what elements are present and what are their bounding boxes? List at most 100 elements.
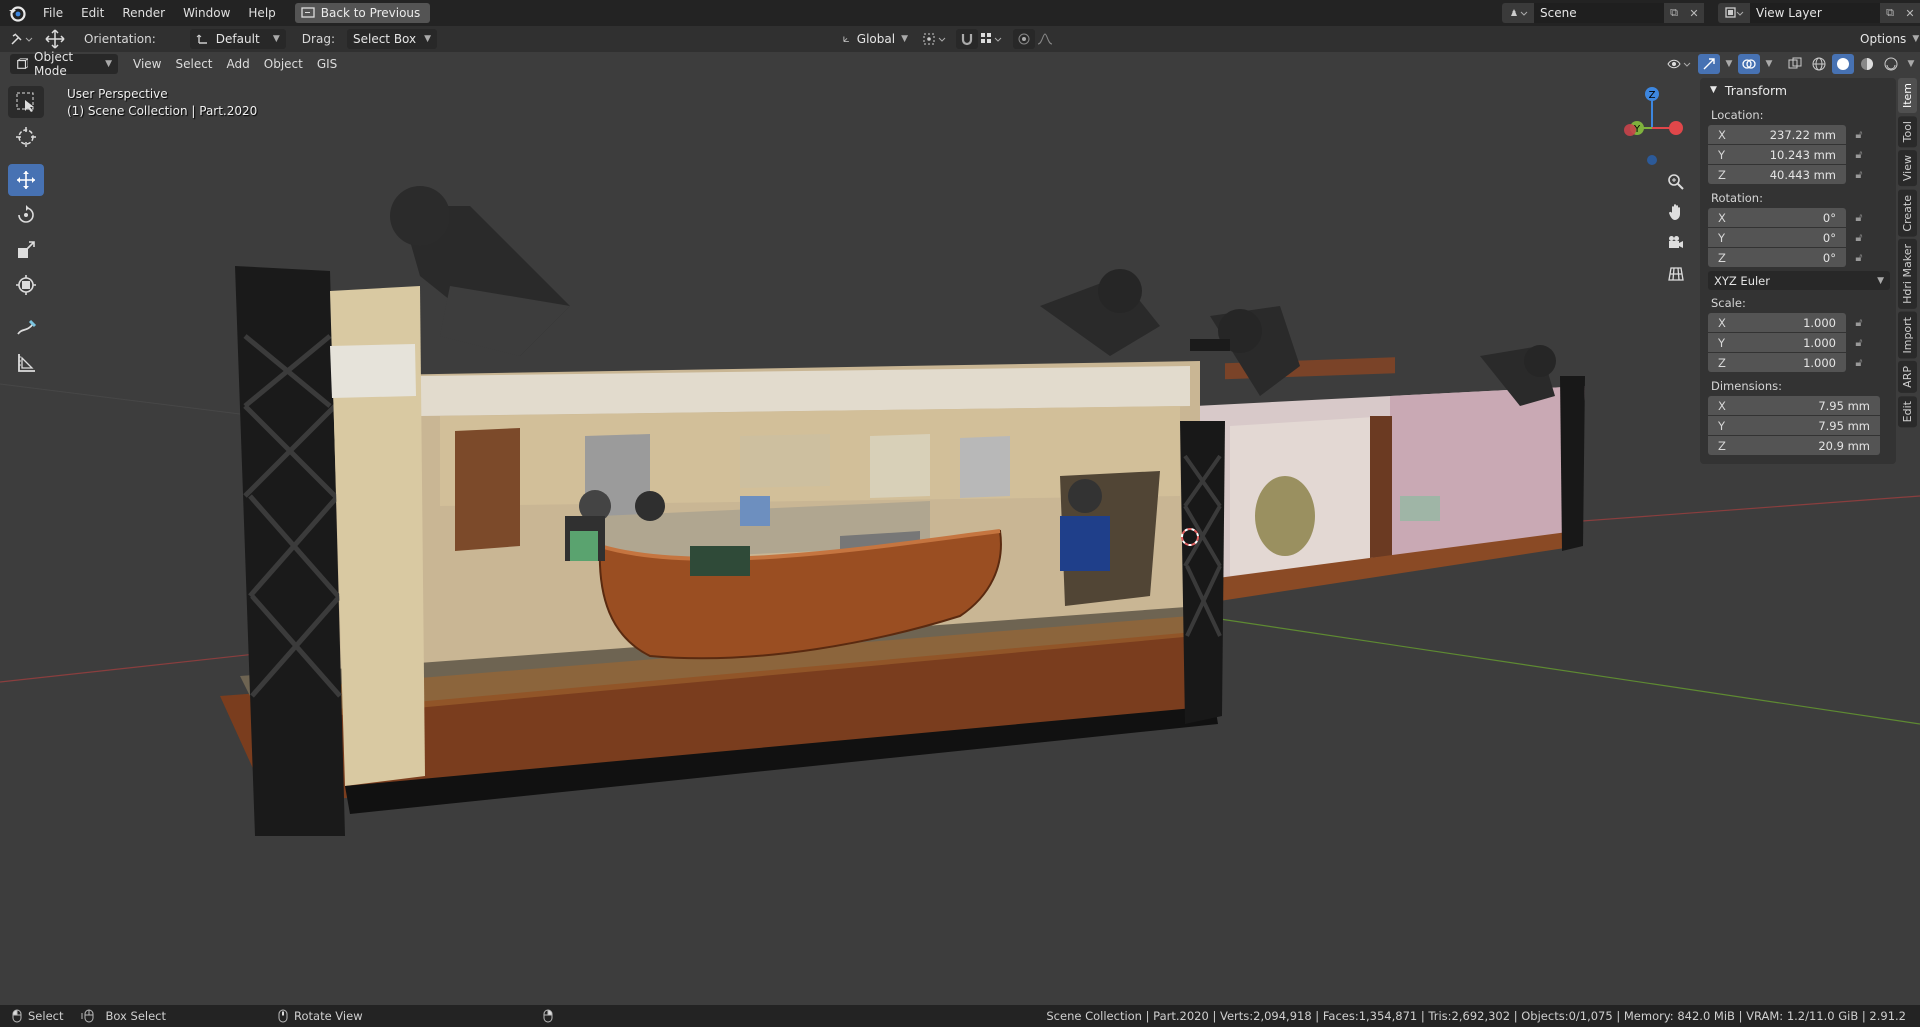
- shading-options-icon[interactable]: ▼: [1904, 54, 1918, 74]
- tab-import[interactable]: Import: [1898, 311, 1917, 359]
- transform-tool-icon[interactable]: [40, 29, 70, 49]
- new-scene-icon[interactable]: ⧉: [1664, 3, 1684, 23]
- lock-icon[interactable]: 🔓︎: [1846, 356, 1872, 370]
- tab-item[interactable]: Item: [1898, 78, 1917, 114]
- scale-x-field[interactable]: X 1.000: [1708, 313, 1846, 332]
- pivot-point-icon[interactable]: [920, 29, 952, 49]
- transform-panel-header[interactable]: ▼ Transform: [1700, 78, 1896, 102]
- lock-icon[interactable]: 🔓︎: [1846, 316, 1872, 330]
- lock-icon[interactable]: 🔓︎: [1846, 128, 1872, 142]
- scale-y-field[interactable]: Y 1.000: [1708, 333, 1846, 352]
- menu-add[interactable]: Add: [220, 57, 257, 71]
- location-y-field[interactable]: Y 10.243 mm: [1708, 145, 1846, 164]
- tab-view[interactable]: View: [1898, 150, 1917, 187]
- rotation-x-field[interactable]: X 0°: [1708, 208, 1846, 227]
- zoom-view-icon[interactable]: [1664, 170, 1688, 194]
- proportional-editing-icon[interactable]: [1013, 29, 1035, 49]
- dimensions-z-field[interactable]: Z 20.9 mm: [1708, 436, 1880, 455]
- select-box-tool-icon[interactable]: [8, 86, 44, 118]
- chevron-down-icon: ▼: [424, 34, 431, 44]
- tab-tool[interactable]: Tool: [1898, 116, 1917, 148]
- rotation-y-field[interactable]: Y 0°: [1708, 228, 1846, 247]
- measure-tool-icon[interactable]: [8, 347, 44, 379]
- snap-target-icon[interactable]: [978, 29, 1008, 49]
- rotation-mode-dropdown[interactable]: XYZ Euler ▼: [1708, 271, 1890, 290]
- transform-tool-icon[interactable]: [8, 269, 44, 301]
- overlays-options-icon[interactable]: ▼: [1762, 54, 1776, 74]
- lock-icon[interactable]: 🔓︎: [1846, 148, 1872, 162]
- dimensions-y-field[interactable]: Y 7.95 mm: [1708, 416, 1880, 435]
- gizmo-options-icon[interactable]: ▼: [1722, 54, 1736, 74]
- view-layer-input[interactable]: View Layer: [1750, 3, 1880, 23]
- wireframe-shading-icon[interactable]: [1808, 54, 1830, 74]
- rotation-x-row: X 0° 🔓︎: [1708, 208, 1896, 227]
- dimensions-x-field[interactable]: X 7.95 mm: [1708, 396, 1880, 415]
- tab-create[interactable]: Create: [1898, 189, 1917, 237]
- location-x-field[interactable]: X 237.22 mm: [1708, 125, 1846, 144]
- scale-tool-icon[interactable]: [8, 234, 44, 266]
- menu-select[interactable]: Select: [168, 57, 219, 71]
- gizmo-x-axis[interactable]: [1669, 121, 1683, 135]
- snap-toggle-icon[interactable]: [956, 29, 978, 49]
- rotate-tool-icon[interactable]: [8, 199, 44, 231]
- dimensions-x-row: X 7.95 mm: [1708, 396, 1896, 415]
- menu-gis[interactable]: GIS: [310, 57, 344, 71]
- xray-toggle-icon[interactable]: [1784, 54, 1806, 74]
- lock-icon[interactable]: 🔓︎: [1846, 211, 1872, 225]
- menu-render[interactable]: Render: [113, 0, 174, 26]
- menu-window[interactable]: Window: [174, 0, 239, 26]
- navigation-gizmo[interactable]: Z Y: [1612, 80, 1692, 170]
- menu-view[interactable]: View: [126, 57, 168, 71]
- lock-icon[interactable]: 🔓︎: [1846, 251, 1872, 265]
- axis-label: Z: [1718, 355, 1726, 370]
- scene-selector[interactable]: Scene ⧉ ✕: [1502, 3, 1704, 23]
- menu-file[interactable]: File: [34, 0, 72, 26]
- scale-z-field[interactable]: Z 1.000: [1708, 353, 1846, 372]
- new-view-layer-icon[interactable]: ⧉: [1880, 3, 1900, 23]
- perspective-toggle-icon[interactable]: [1664, 262, 1688, 286]
- menu-help[interactable]: Help: [239, 0, 284, 26]
- chevron-down-icon: ▼: [105, 59, 112, 69]
- scene-name-input[interactable]: Scene: [1534, 3, 1664, 23]
- camera-view-icon[interactable]: [1664, 231, 1688, 255]
- delete-view-layer-icon[interactable]: ✕: [1900, 3, 1920, 23]
- tab-edit[interactable]: Edit: [1898, 396, 1917, 428]
- editor-type-icon[interactable]: [6, 29, 40, 49]
- view-layer-selector[interactable]: View Layer ⧉ ✕: [1718, 3, 1920, 23]
- visibility-icon[interactable]: [1664, 54, 1696, 74]
- rotation-z-field[interactable]: Z 0°: [1708, 248, 1846, 267]
- gizmo-toggle-icon[interactable]: [1698, 54, 1720, 74]
- status-box-select-hint: Box Select: [81, 1009, 166, 1023]
- menu-object[interactable]: Object: [257, 57, 310, 71]
- gizmo-neg-y-axis[interactable]: [1624, 124, 1636, 136]
- options-dropdown[interactable]: Options ▼: [1854, 29, 1919, 49]
- annotate-tool-icon[interactable]: [8, 312, 44, 344]
- cursor-tool-icon[interactable]: [8, 121, 44, 153]
- lock-icon[interactable]: 🔓︎: [1846, 231, 1872, 245]
- location-z-field[interactable]: Z 40.443 mm: [1708, 165, 1846, 184]
- material-preview-icon[interactable]: [1856, 54, 1878, 74]
- gizmo-neg-z-axis[interactable]: [1647, 155, 1657, 165]
- tab-hdri-maker[interactable]: Hdri Maker: [1898, 239, 1917, 309]
- object-mode-dropdown[interactable]: Object Mode ▼: [10, 50, 118, 78]
- proportional-falloff-icon[interactable]: [1034, 29, 1056, 49]
- collapse-arrow-icon[interactable]: ▼: [1710, 85, 1717, 95]
- pan-view-icon[interactable]: [1664, 200, 1688, 224]
- rendered-shading-icon[interactable]: [1880, 54, 1902, 74]
- solid-shading-icon[interactable]: [1832, 54, 1854, 74]
- tab-arp[interactable]: ARP: [1898, 361, 1917, 394]
- back-to-previous-button[interactable]: Back to Previous: [294, 3, 431, 23]
- lock-icon[interactable]: 🔓︎: [1846, 168, 1872, 182]
- delete-scene-icon[interactable]: ✕: [1684, 3, 1704, 23]
- lock-icon[interactable]: 🔓︎: [1846, 336, 1872, 350]
- blender-logo-icon[interactable]: [0, 0, 34, 26]
- scene-icon[interactable]: [1502, 3, 1534, 23]
- viewport-3d-scene[interactable]: [0, 76, 1920, 1005]
- menu-edit[interactable]: Edit: [72, 0, 113, 26]
- view-layer-icon[interactable]: [1718, 3, 1750, 23]
- drag-dropdown[interactable]: Select Box ▼: [346, 29, 437, 49]
- transform-orientation-dropdown[interactable]: Global ▼: [836, 29, 914, 49]
- orientation-dropdown[interactable]: Default ▼: [189, 29, 286, 49]
- move-tool-icon[interactable]: [8, 164, 44, 196]
- overlays-toggle-icon[interactable]: [1738, 54, 1760, 74]
